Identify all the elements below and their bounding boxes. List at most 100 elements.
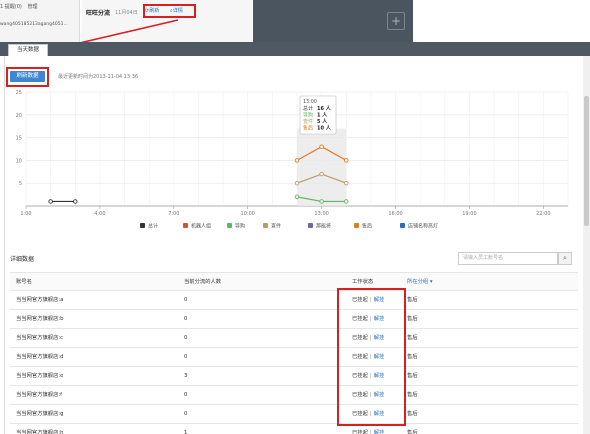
table-row: 当当网官方旗舰店:a 0 已挂起 | 解挂 售后: [10, 291, 578, 310]
row-account: 当当网官方旗舰店:g: [16, 411, 64, 417]
x-tick-label: 4:00: [94, 211, 105, 217]
x-tick-label: 22:00: [536, 211, 550, 217]
top-tabs: 1 提醒(0) 管理: [0, 3, 41, 10]
tooltip-value: 5 人: [317, 118, 328, 125]
data-point: [294, 158, 300, 163]
table-header-row: 账号名 当前分流的人数 工作状态 所在分组 ▾: [10, 272, 578, 291]
table-row: 当当网官方旗舰店:e 3 已挂起 | 解挂 售后: [10, 367, 578, 386]
data-point: [48, 199, 53, 204]
row-count: 0: [184, 392, 188, 398]
x-tick-label: 10:00: [241, 211, 255, 217]
legend-label: 店铺名称高灯: [408, 223, 438, 230]
row-group: 售后: [407, 297, 418, 303]
hover-band: [297, 128, 347, 206]
legend-swatch: [140, 223, 145, 228]
data-point: [344, 180, 349, 186]
unhang-link[interactable]: 解挂: [374, 430, 385, 434]
row-count: 0: [184, 316, 188, 322]
row-account: 当当网官方旗舰店:f: [16, 392, 63, 398]
legend-swatch: [308, 223, 313, 228]
line-chart: 5 10 15 20 25 1:00 4:00 7:00 10:00 13:00 16:00 19:0…: [16, 90, 569, 230]
annotation-box-refresh: [6, 67, 49, 87]
legend-label: 售后: [362, 223, 372, 230]
legend-swatch: [354, 223, 359, 228]
tooltip-label: 售后: [303, 125, 313, 132]
tab-manage[interactable]: 管理: [27, 4, 37, 10]
left-pane: 1 提醒(0) 管理 wang405185213agang4051...: [0, 0, 80, 42]
header-date: 11月04日: [115, 10, 138, 16]
data-point: [319, 144, 324, 149]
row-group: 售后: [407, 335, 418, 341]
search-input[interactable]: 请输入员工账号名: [458, 252, 558, 265]
legend-swatch: [400, 223, 405, 228]
legend-label: 那能将: [316, 223, 331, 230]
row-count: 0: [184, 297, 188, 303]
row-count: 3: [184, 373, 188, 379]
row-count: 0: [184, 354, 188, 360]
header-count: 当前分流的人数: [184, 279, 222, 285]
tooltip-value: 1 人: [317, 112, 328, 119]
row-group: 售后: [407, 411, 418, 417]
scrollbar-thumb[interactable]: [584, 96, 589, 226]
annotation-box-top-buttons: [143, 4, 196, 18]
data-point: [319, 199, 324, 204]
data-point: [344, 199, 349, 204]
scrollbar[interactable]: [583, 56, 590, 434]
table-row: 当当网官方旗舰店:g 0 已挂起 | 解挂 售后: [10, 405, 578, 424]
table-row: 当当网官方旗舰店:f 0 已挂起 | 解挂 售后: [10, 386, 578, 405]
tooltip-label: 查件: [303, 118, 313, 125]
legend-label: 查件: [271, 223, 281, 230]
header-account: 账号名: [16, 279, 32, 285]
row-count: 0: [184, 335, 188, 341]
tooltip-label: 导购: [303, 112, 313, 119]
row-account: 当当网官方旗舰店:a: [16, 297, 64, 303]
data-point: [294, 194, 300, 200]
tooltip-label: 总计: [303, 105, 313, 112]
row-group: 售后: [407, 354, 418, 360]
plus-icon: +: [390, 14, 402, 28]
y-tick-label: 20: [16, 113, 22, 119]
row-group: 售后: [407, 392, 418, 398]
table-row: 当当网官方旗舰店:b 0 已挂起 | 解挂 售后: [10, 310, 578, 329]
search-button[interactable]: ⌕: [558, 252, 572, 265]
header-group[interactable]: 所在分组 ▾: [407, 273, 433, 292]
blank-area: [413, 0, 590, 42]
legend-label: 导购: [235, 223, 245, 230]
dark-area: +: [253, 0, 413, 42]
legend-label: 机器人组: [191, 223, 211, 230]
y-tick-label: 25: [16, 90, 22, 96]
row-group: 售后: [407, 316, 418, 322]
row-group: 售后: [407, 430, 418, 434]
add-button[interactable]: +: [387, 12, 405, 30]
y-tick-label: 10: [16, 158, 22, 164]
table-row: 当当网官方旗舰店:d 0 已挂起 | 解挂 售后: [10, 348, 578, 367]
x-tick-label: 1:00: [20, 211, 31, 217]
search-icon: ⌕: [563, 254, 567, 262]
y-tick-label: 5: [19, 181, 22, 187]
legend-swatch: [183, 223, 188, 228]
x-tick-label: 13:00: [314, 211, 328, 217]
row-count: 0: [184, 411, 188, 417]
row-count: 1: [184, 430, 188, 434]
status-text: 已挂起: [352, 430, 368, 434]
top-bar: 1 提醒(0) 管理 wang405185213agang4051... 旺旺分…: [0, 0, 590, 42]
tooltip-value: 16 人: [317, 105, 332, 112]
data-point: [319, 171, 324, 177]
tooltip-value: 10 人: [317, 125, 332, 132]
row-account: 当当网官方旗舰店:b: [16, 316, 64, 322]
data-point: [344, 158, 349, 163]
row-account: 当当网官方旗舰店:d: [16, 354, 64, 360]
row-account: 当当网官方旗舰店:e: [16, 373, 64, 379]
legend-swatch: [227, 223, 232, 228]
table-row: 当当网官方旗舰店:c 0 已挂起 | 解挂 售后: [10, 329, 578, 348]
annotation-box-status: [337, 288, 406, 426]
row-group: 售后: [407, 373, 418, 379]
app-title: 旺旺分流: [86, 10, 111, 17]
account-name: wang405185213agang4051...: [0, 22, 68, 27]
tab-reminders[interactable]: 1 提醒(0): [0, 4, 22, 10]
legend-swatch: [263, 223, 268, 228]
x-tick-label: 7:00: [168, 211, 179, 217]
y-tick-label: 15: [16, 136, 22, 142]
tab-today-data[interactable]: 当天数据: [8, 44, 48, 56]
tab-band: [0, 42, 590, 56]
